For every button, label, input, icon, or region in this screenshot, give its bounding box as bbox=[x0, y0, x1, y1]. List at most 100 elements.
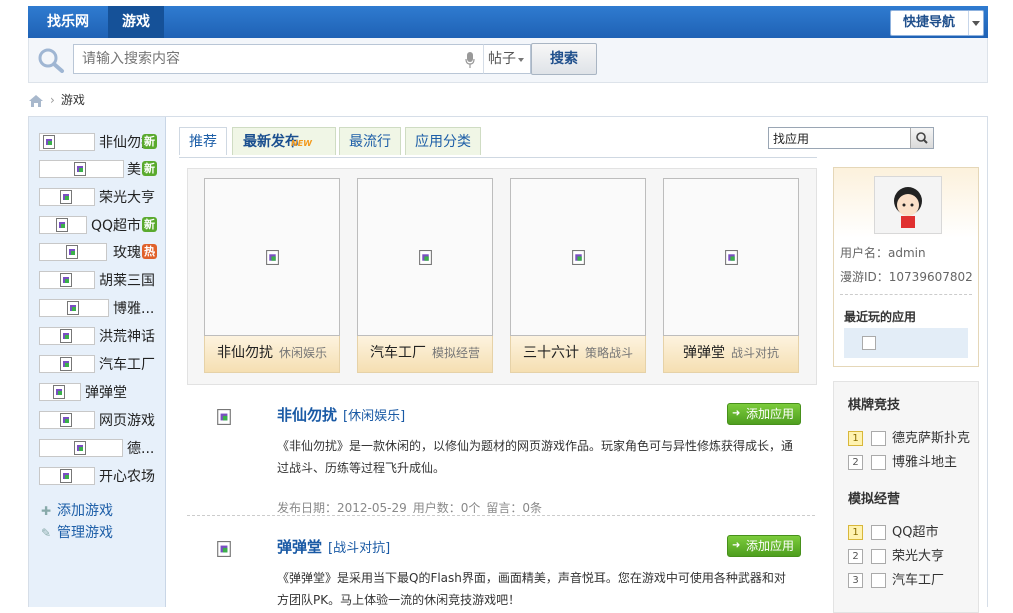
ranking-item[interactable]: 2 博雅斗地主 bbox=[848, 452, 957, 472]
quick-nav-dropdown[interactable]: 快捷导航 bbox=[890, 10, 984, 36]
sidebar-game-name: 弹弹堂 bbox=[85, 385, 127, 401]
tab-popular[interactable]: 最流行 bbox=[339, 127, 401, 155]
game-thumbnail bbox=[39, 299, 109, 317]
featured-name: 汽车工厂 bbox=[369, 345, 426, 361]
add-game-link[interactable]: ✚ 添加游戏 bbox=[41, 501, 113, 521]
ranking-item[interactable]: 1 德克萨斯扑克 bbox=[848, 428, 970, 448]
sidebar-game-item[interactable]: 汽车工厂 bbox=[39, 353, 159, 377]
chevron-down-icon bbox=[968, 11, 983, 35]
sidebar-game-name: 德... bbox=[127, 441, 155, 457]
sidebar-game-item[interactable]: 开心农场 bbox=[39, 465, 159, 489]
featured-card[interactable]: 弹弹堂 战斗对抗 bbox=[663, 178, 799, 373]
microphone-icon[interactable] bbox=[465, 52, 475, 68]
featured-caption: 非仙勿扰 休闲娱乐 bbox=[204, 336, 340, 373]
app-list-item: 弹弹堂 [战斗对抗] 添加应用 《弹弹堂》是采用当下最Q的Flash界面，画面精美… bbox=[187, 535, 815, 607]
broken-image-icon bbox=[60, 329, 72, 343]
featured-apps: 非仙勿扰 休闲娱乐 汽车工厂 模拟经营 三十六计 策略战斗 弹弹堂 战斗对抗 bbox=[187, 168, 817, 385]
nav-tab-home[interactable]: 找乐网 bbox=[28, 6, 108, 38]
featured-caption: 弹弹堂 战斗对抗 bbox=[663, 336, 799, 373]
sidebar-game-name: 开心农场 bbox=[99, 469, 155, 485]
app-icon-placeholder bbox=[871, 573, 886, 588]
home-icon[interactable] bbox=[28, 94, 44, 108]
app-search-input[interactable] bbox=[769, 128, 917, 148]
new-badge: 新 bbox=[142, 161, 157, 176]
broken-image-icon bbox=[419, 250, 432, 265]
featured-category: 模拟经营 bbox=[431, 346, 480, 360]
featured-card[interactable]: 汽车工厂 模拟经营 bbox=[357, 178, 493, 373]
sidebar-game-item[interactable]: 非仙勿扰 新 bbox=[39, 131, 159, 155]
broken-image-icon bbox=[60, 469, 72, 483]
broken-image-icon bbox=[43, 135, 55, 149]
app-title: 非仙勿扰 bbox=[277, 406, 338, 424]
featured-name: 弹弹堂 bbox=[682, 345, 725, 361]
app-category-link[interactable]: [战斗对抗] bbox=[328, 541, 390, 556]
broken-image-icon bbox=[60, 190, 72, 204]
featured-card[interactable]: 非仙勿扰 休闲娱乐 bbox=[204, 178, 340, 373]
app-title-link[interactable]: 弹弹堂 [战斗对抗] bbox=[277, 535, 390, 561]
sidebar-game-name: 玫瑰 bbox=[113, 245, 141, 261]
featured-card[interactable]: 三十六计 策略战斗 bbox=[510, 178, 646, 373]
new-badge: 新 bbox=[142, 134, 157, 149]
broken-image-icon bbox=[725, 250, 738, 265]
recent-apps-list bbox=[844, 328, 968, 358]
sidebar-game-item[interactable]: 弹弹堂 bbox=[39, 381, 159, 405]
add-app-button[interactable]: 添加应用 bbox=[727, 403, 801, 425]
tab-recommend[interactable]: 推荐 bbox=[179, 127, 227, 155]
rank-number: 2 bbox=[848, 455, 863, 470]
search-button[interactable]: 搜索 bbox=[531, 43, 597, 75]
broken-image-icon bbox=[74, 162, 86, 176]
sidebar-game-item[interactable]: 网页游戏 bbox=[39, 409, 159, 433]
broken-image-icon bbox=[53, 385, 65, 399]
search-icon bbox=[38, 48, 64, 73]
tab-latest[interactable]: 最新发布 NEW bbox=[232, 127, 336, 155]
ranking-item[interactable]: 2 荣光大亨 bbox=[848, 546, 944, 566]
game-thumbnail bbox=[39, 243, 107, 261]
ranking-item[interactable]: 3 汽车工厂 bbox=[848, 570, 944, 590]
app-category-link[interactable]: [休闲娱乐] bbox=[343, 409, 405, 424]
sidebar-game-item[interactable]: 美 新 bbox=[39, 158, 159, 182]
search-input[interactable] bbox=[73, 44, 483, 74]
game-thumbnail bbox=[39, 327, 95, 345]
divider bbox=[840, 294, 972, 295]
quick-nav-label: 快捷导航 bbox=[902, 15, 955, 30]
broken-image-icon bbox=[56, 218, 68, 232]
broken-image-icon bbox=[217, 409, 231, 425]
game-thumbnail bbox=[39, 439, 123, 457]
sidebar-game-name: QQ超市 bbox=[91, 218, 142, 234]
ranking-item[interactable]: 1 QQ超市 bbox=[848, 522, 938, 542]
username: 用户名：admin bbox=[840, 246, 926, 260]
app-search-button[interactable] bbox=[910, 128, 933, 148]
sidebar-game-item[interactable]: 荣光大亨 bbox=[39, 186, 159, 210]
sidebar-game-item[interactable]: QQ超市 新 bbox=[39, 214, 159, 238]
sidebar-game-item[interactable]: 玫瑰 热 bbox=[39, 241, 159, 265]
avatar[interactable] bbox=[874, 176, 942, 234]
sidebar-game-item[interactable]: 博雅... bbox=[39, 297, 159, 321]
plus-icon: ✚ bbox=[41, 504, 52, 518]
featured-category: 策略战斗 bbox=[584, 346, 633, 360]
featured-caption: 三十六计 策略战斗 bbox=[510, 336, 646, 373]
broken-image-icon bbox=[266, 250, 279, 265]
app-search bbox=[768, 127, 934, 149]
sidebar-game-item[interactable]: 洪荒神话 bbox=[39, 325, 159, 349]
manage-game-link[interactable]: ✎ 管理游戏 bbox=[41, 523, 113, 543]
nav-tab-games[interactable]: 游戏 bbox=[108, 6, 164, 38]
new-badge: 新 bbox=[142, 217, 157, 232]
recent-app-placeholder[interactable] bbox=[862, 336, 876, 350]
ranking-item-name: 博雅斗地主 bbox=[892, 454, 958, 470]
add-app-button[interactable]: 添加应用 bbox=[727, 535, 801, 557]
hot-badge: 热 bbox=[142, 244, 157, 259]
app-title: 弹弹堂 bbox=[277, 538, 323, 556]
game-thumbnail bbox=[39, 355, 95, 373]
sidebar-game-item[interactable]: 德... bbox=[39, 437, 159, 461]
search-scope-select[interactable]: 帖子 bbox=[483, 44, 531, 74]
app-title-link[interactable]: 非仙勿扰 [休闲娱乐] bbox=[277, 403, 405, 429]
featured-name: 非仙勿扰 bbox=[216, 345, 273, 361]
game-thumbnail bbox=[39, 133, 95, 151]
sidebar-game-item[interactable]: 胡莱三国 bbox=[39, 269, 159, 293]
wrench-icon: ✎ bbox=[41, 526, 52, 540]
recent-apps-title: 最近玩的应用 bbox=[844, 310, 917, 324]
app-icon-placeholder bbox=[871, 455, 886, 470]
tab-categories[interactable]: 应用分类 bbox=[405, 127, 481, 155]
rank-number: 3 bbox=[848, 573, 863, 588]
app-meta: 发布日期：2012-05-29 用户数：0个 留言：0条 bbox=[277, 499, 548, 516]
